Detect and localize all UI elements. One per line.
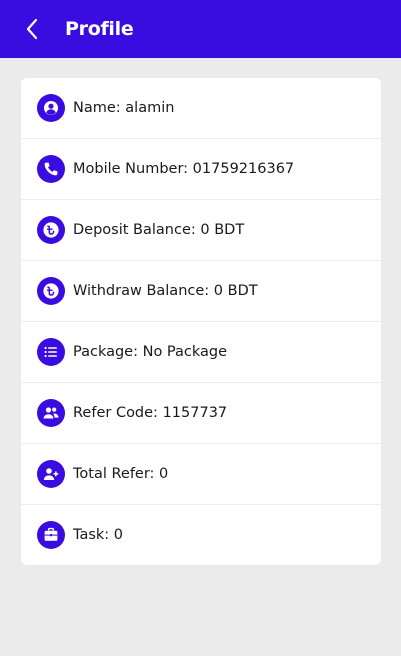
taka-icon bbox=[37, 277, 65, 305]
profile-row-mobile: Mobile Number: 01759216367 bbox=[21, 139, 381, 200]
profile-row-name: Name: alamin bbox=[21, 78, 381, 139]
profile-row-text: Package: No Package bbox=[73, 344, 227, 360]
profile-row-text: Total Refer: 0 bbox=[73, 466, 168, 482]
profile-row-text: Task: 0 bbox=[73, 527, 123, 543]
row-label: Refer Code: bbox=[73, 405, 158, 421]
row-label: Deposit Balance: bbox=[73, 222, 196, 238]
row-value: 0 bbox=[159, 466, 169, 482]
profile-row-text: Mobile Number: 01759216367 bbox=[73, 161, 294, 177]
users-icon bbox=[37, 399, 65, 427]
profile-row-text: Name: alamin bbox=[73, 100, 174, 116]
briefcase-icon bbox=[37, 521, 65, 549]
row-value: No Package bbox=[142, 344, 228, 360]
profile-row-text: Deposit Balance: 0 BDT bbox=[73, 222, 244, 238]
profile-row-task: Task: 0 bbox=[21, 505, 381, 565]
row-value: 0 BDT bbox=[200, 222, 245, 238]
row-value: alamin bbox=[125, 100, 175, 116]
profile-row-refer-code: Refer Code: 1157737 bbox=[21, 383, 381, 444]
row-value: 01759216367 bbox=[192, 161, 295, 177]
page-title: Profile bbox=[65, 18, 134, 40]
row-label: Mobile Number: bbox=[73, 161, 189, 177]
row-label: Task: bbox=[73, 527, 110, 543]
profile-screen: Profile Name: alamin Mobile Number: 0175… bbox=[0, 0, 401, 656]
chevron-left-icon bbox=[26, 18, 38, 40]
row-label: Total Refer: bbox=[73, 466, 155, 482]
row-label: Package: bbox=[73, 344, 138, 360]
list-icon bbox=[37, 338, 65, 366]
row-label: Name: bbox=[73, 100, 121, 116]
back-button[interactable] bbox=[20, 17, 44, 41]
profile-card: Name: alamin Mobile Number: 01759216367 … bbox=[21, 78, 381, 565]
user-plus-icon bbox=[37, 460, 65, 488]
app-bar: Profile bbox=[0, 0, 401, 58]
row-value: 0 BDT bbox=[213, 283, 258, 299]
profile-row-total-refer: Total Refer: 0 bbox=[21, 444, 381, 505]
profile-row-package: Package: No Package bbox=[21, 322, 381, 383]
taka-icon bbox=[37, 216, 65, 244]
row-label: Withdraw Balance: bbox=[73, 283, 210, 299]
row-value: 0 bbox=[113, 527, 124, 543]
profile-row-withdraw-balance: Withdraw Balance: 0 BDT bbox=[21, 261, 381, 322]
profile-row-text: Withdraw Balance: 0 BDT bbox=[73, 283, 258, 299]
phone-icon bbox=[37, 155, 65, 183]
profile-row-text: Refer Code: 1157737 bbox=[73, 405, 227, 421]
user-circle-icon bbox=[37, 94, 65, 122]
profile-row-deposit-balance: Deposit Balance: 0 BDT bbox=[21, 200, 381, 261]
row-value: 1157737 bbox=[162, 405, 228, 421]
